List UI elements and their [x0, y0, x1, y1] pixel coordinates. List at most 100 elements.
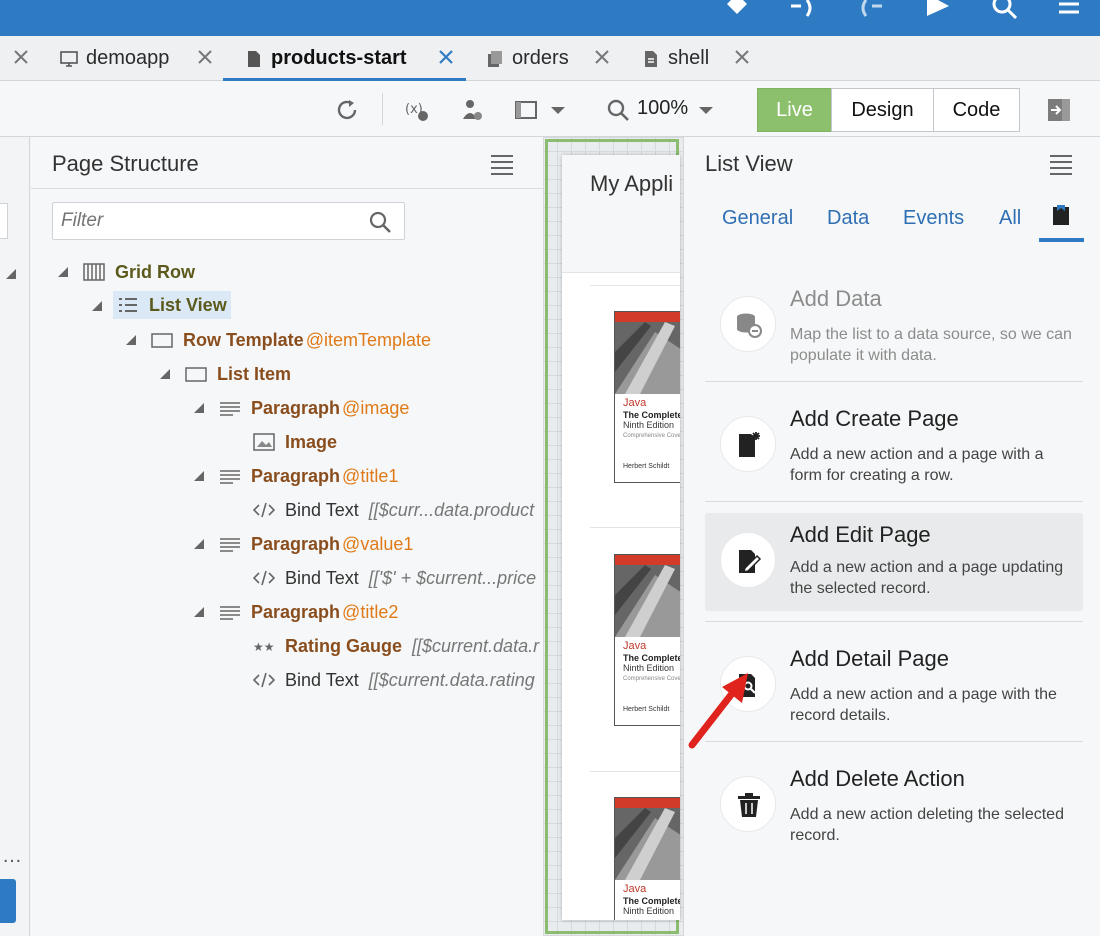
- tree-node-paragraph-image[interactable]: Paragraph @image: [219, 394, 409, 422]
- action-icon-circle: [720, 532, 776, 588]
- close-icon[interactable]: [437, 48, 455, 66]
- add-delete-action[interactable]: Add Delete Action Add a new action delet…: [705, 746, 1083, 866]
- tree-node-image[interactable]: Image: [253, 428, 337, 456]
- toggle-properties-panel-icon[interactable]: [1046, 97, 1072, 123]
- tree-node-paragraph-title1[interactable]: Paragraph @title1: [219, 462, 398, 490]
- tree-node-bind-text[interactable]: Bind Text [[$current.data.rating: [253, 666, 535, 694]
- deploy-icon[interactable]: [722, 0, 752, 20]
- tree-node-bind-text[interactable]: Bind Text [['$' + $current...price: [253, 564, 536, 592]
- collapse-triangle-icon[interactable]: [193, 538, 205, 550]
- tree-node-list-view[interactable]: List View: [113, 291, 231, 319]
- device-frame-icon[interactable]: [514, 97, 540, 123]
- product-image[interactable]: Java The Complete Ninth Edition Comprehe…: [614, 554, 680, 726]
- action-description: Add a new action deleting the selected r…: [790, 806, 1064, 844]
- action-description: Add a new action and a page updating the…: [790, 559, 1064, 597]
- code-mode-button[interactable]: Code: [933, 88, 1020, 132]
- product-image[interactable]: Java The Complete Ninth Edition Comprehe…: [614, 311, 680, 483]
- close-icon[interactable]: [733, 48, 751, 66]
- collapse-triangle-icon[interactable]: [91, 300, 103, 312]
- tree-node-grid-row[interactable]: Grid Row: [83, 258, 195, 286]
- action-icon-circle: [720, 776, 776, 832]
- node-expression: [['$' + $current...price: [368, 567, 537, 588]
- search-icon[interactable]: [990, 0, 1020, 20]
- tab-events[interactable]: Events: [903, 207, 964, 230]
- zoom-icon: [607, 99, 629, 121]
- device-preview[interactable]: My Appli Java The Complete Ninth Edition…: [562, 155, 680, 920]
- list-view-properties-panel: List View General Data Events All Add Da…: [683, 137, 1100, 936]
- close-icon[interactable]: [196, 48, 214, 66]
- add-data-action[interactable]: Add Data Map the list to a data source, …: [705, 266, 1083, 386]
- node-attribute: @image: [342, 397, 410, 418]
- app-header: My Appli: [562, 155, 680, 273]
- design-canvas[interactable]: My Appli Java The Complete Ninth Edition…: [543, 137, 683, 936]
- tree-node-paragraph-title2[interactable]: Paragraph @title2: [219, 598, 398, 626]
- filter-input[interactable]: [61, 210, 351, 232]
- collapse-triangle-icon[interactable]: [159, 368, 171, 380]
- variables-icon[interactable]: (x): [404, 97, 430, 123]
- panel-menu-icon[interactable]: [1048, 153, 1074, 175]
- node-label: Row Template: [183, 329, 304, 350]
- node-label: Bind Text: [285, 567, 359, 588]
- add-edit-page-action[interactable]: Add Edit Page Add a new action and a pag…: [705, 513, 1083, 611]
- hamburger-menu-icon[interactable]: [1054, 0, 1084, 26]
- refresh-icon[interactable]: [334, 97, 360, 123]
- collapse-triangle-icon[interactable]: [125, 334, 137, 346]
- add-detail-page-action[interactable]: Add Detail Page Add a new action and a p…: [705, 626, 1083, 746]
- collapsed-primary-button[interactable]: [0, 879, 16, 923]
- design-mode-button[interactable]: Design: [831, 88, 934, 132]
- divider: [705, 381, 1083, 382]
- svg-text:★★: ★★: [253, 640, 275, 654]
- tab-data[interactable]: Data: [827, 207, 869, 230]
- action-icon-circle: [720, 656, 776, 712]
- collapse-triangle-icon[interactable]: [193, 606, 205, 618]
- user-roles-icon[interactable]: [459, 97, 485, 123]
- tab-all[interactable]: All: [999, 207, 1021, 230]
- tab-orders[interactable]: orders: [486, 36, 569, 81]
- expand-triangle-icon[interactable]: [4, 267, 18, 281]
- tree-node-row-template[interactable]: Row Template @itemTemplate: [151, 326, 431, 354]
- tree-node-rating-gauge[interactable]: ★★ Rating Gauge [[$current.data.r: [253, 632, 539, 660]
- edit-page-icon: [739, 550, 762, 574]
- node-expression: [[$current.data.rating: [368, 669, 535, 690]
- product-image[interactable]: Java The Complete Ninth Edition: [614, 797, 680, 920]
- tab-shell[interactable]: shell: [642, 36, 709, 81]
- tab-general[interactable]: General: [722, 207, 793, 230]
- panel-menu-icon[interactable]: [489, 153, 515, 175]
- tab-quick-start-icon[interactable]: [1050, 203, 1072, 227]
- undo-icon[interactable]: [787, 0, 817, 20]
- chevron-down-icon[interactable]: [693, 97, 719, 123]
- redo-icon[interactable]: [856, 0, 886, 20]
- live-mode-button[interactable]: Live: [757, 88, 832, 132]
- search-icon[interactable]: [368, 210, 392, 234]
- collapse-triangle-icon[interactable]: [57, 266, 69, 278]
- collapse-triangle-icon[interactable]: [193, 470, 205, 482]
- row-divider: [590, 285, 680, 286]
- tab-label: shell: [668, 47, 710, 69]
- trash-icon: [738, 793, 760, 817]
- book-line: Ninth Edition: [623, 906, 675, 916]
- grid-row-icon: [83, 263, 105, 281]
- tab-label: orders: [512, 47, 569, 69]
- close-icon[interactable]: [593, 48, 611, 66]
- paragraph-icon: [220, 402, 240, 416]
- book-line: Comprehensive Coverage: [623, 676, 680, 682]
- run-icon[interactable]: [923, 0, 953, 20]
- tree-node-bind-text[interactable]: Bind Text [[$curr...data.product: [253, 496, 534, 524]
- code-icon: [253, 502, 275, 518]
- collapsed-input: [0, 203, 8, 239]
- book-line: Ninth Edition: [623, 663, 675, 673]
- collapse-triangle-icon[interactable]: [193, 402, 205, 414]
- code-icon: [253, 570, 275, 586]
- tree-node-paragraph-value1[interactable]: Paragraph @value1: [219, 530, 413, 558]
- add-create-page-action[interactable]: Add Create Page Add a new action and a p…: [705, 386, 1083, 506]
- node-label: Paragraph: [251, 465, 341, 486]
- tab-demoapp[interactable]: demoapp: [60, 36, 169, 81]
- zoom-level[interactable]: 100%: [637, 97, 688, 120]
- close-icon[interactable]: [12, 48, 30, 66]
- action-icon-circle: [720, 416, 776, 472]
- tree-node-list-item[interactable]: List Item: [185, 360, 291, 388]
- paragraph-icon: [220, 538, 240, 552]
- tab-products-start[interactable]: products-start: [223, 36, 466, 81]
- chevron-down-icon[interactable]: [545, 97, 571, 123]
- panel-title: List View: [705, 151, 793, 176]
